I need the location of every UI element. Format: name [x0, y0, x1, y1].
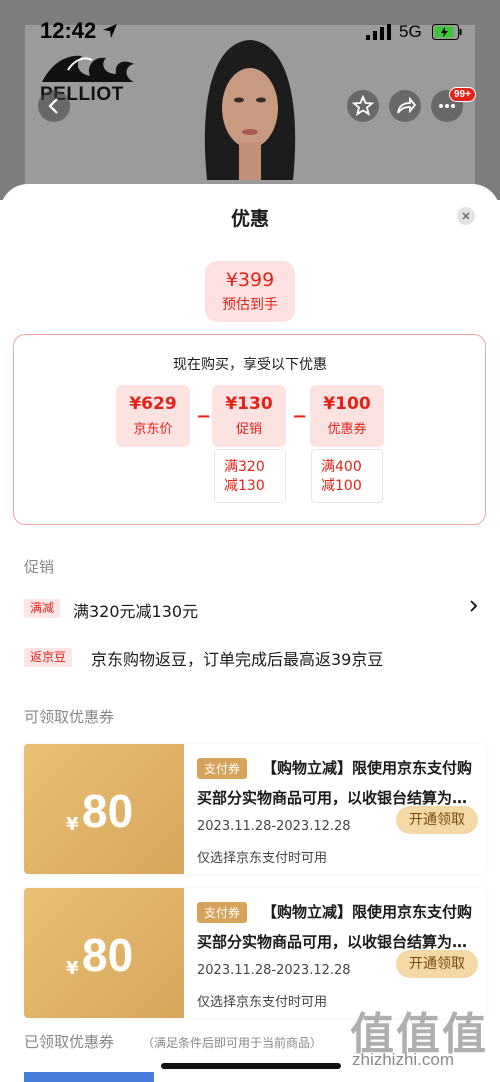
coupon-threshold: 满400: [321, 459, 362, 475]
promotion-tag: 满减: [24, 599, 61, 618]
battery-icon: [432, 24, 462, 40]
network-type: 5G: [399, 22, 422, 41]
promo-reduction: 减130: [224, 478, 265, 494]
close-button[interactable]: [457, 207, 475, 225]
claimed-coupons-note: （满足条件后即可用于当前商品）: [142, 1036, 323, 1050]
minus-sign: −: [292, 406, 308, 427]
promo-detail: 满320 减130: [214, 449, 286, 503]
currency-symbol: ¥: [66, 958, 79, 979]
minus-sign: −: [196, 406, 212, 427]
coupon-note: 仅选择京东支付时可用: [197, 851, 328, 866]
notification-badge: 99+: [449, 87, 476, 102]
share-button[interactable]: [389, 90, 421, 122]
claimed-coupons-heading: 已领取优惠券: [24, 1033, 115, 1051]
coupon-card: ¥ 80 支付券 【购物立减】限使用京东支付购 买部分实物商品可用，以收银台结算…: [24, 744, 486, 874]
promo-label: 促销: [235, 422, 262, 437]
chevron-left-icon: [48, 98, 58, 114]
claim-coupon-button[interactable]: 开通领取: [396, 950, 478, 978]
close-icon: [462, 212, 470, 220]
coupon-validity: 2023.11.28-2023.12.28: [197, 819, 351, 834]
jd-price-label: 京东价: [133, 422, 173, 437]
currency-symbol: ¥: [66, 814, 79, 835]
coupons-heading: 可领取优惠券: [24, 708, 115, 726]
sheet-title: 优惠: [230, 208, 269, 230]
coupon-detail: 满400 减100: [311, 449, 383, 503]
price-box-jd: ¥629 京东价: [116, 385, 190, 447]
coupon-label: 优惠券: [327, 422, 367, 437]
coupon-title-line2: 买部分实物商品可用，以收银台结算为…: [197, 789, 468, 807]
coupon-title-line2: 买部分实物商品可用，以收银台结算为…: [197, 933, 468, 951]
promo-amount: ¥130: [225, 394, 273, 414]
watermark-site: zhizhizhi.com: [352, 1050, 455, 1069]
promotion-tag: 返京豆: [24, 648, 73, 667]
coupon-amount: ¥100: [323, 394, 371, 414]
coupon-value: ¥ 80: [24, 888, 184, 1018]
promotions-heading: 促销: [24, 558, 55, 576]
star-icon: [351, 94, 375, 116]
coupon-note: 仅选择京东支付时可用: [197, 995, 328, 1010]
breakdown-title: 现在购买，享受以下优惠: [173, 357, 327, 373]
promotion-text: 京东购物返豆，订单完成后最高返39京豆: [91, 650, 384, 669]
model-photo: [204, 40, 296, 180]
coupon-value: ¥ 80: [24, 744, 184, 874]
coupon-title: 【购物立减】限使用京东支付购: [262, 759, 473, 777]
estimated-price-label: 预估到手: [222, 297, 278, 313]
coupon-amount: 80: [82, 785, 134, 837]
jd-price: ¥629: [129, 394, 177, 414]
location-arrow-icon: [103, 24, 117, 38]
claimed-coupon-preview: [24, 1072, 154, 1082]
coupon-title: 【购物立减】限使用京东支付购: [262, 903, 473, 921]
favorite-button[interactable]: [347, 90, 379, 122]
claim-coupon-button[interactable]: 开通领取: [396, 806, 478, 834]
coupon-amount: 80: [82, 929, 134, 981]
price-box-promo: ¥130 促销: [212, 385, 286, 447]
coupon-type-tag: 支付券: [197, 758, 248, 779]
estimated-price-card: ¥399 预估到手: [205, 261, 295, 322]
coupon-validity: 2023.11.28-2023.12.28: [197, 963, 351, 978]
back-button[interactable]: [38, 90, 70, 122]
share-icon: [397, 96, 417, 114]
promotion-text: 满320元减130元: [73, 602, 199, 621]
coupon-type-tag: 支付券: [197, 902, 248, 923]
estimated-price: ¥399: [225, 269, 275, 291]
price-box-coupon: ¥100 优惠券: [310, 385, 384, 447]
coupon-reduction: 减100: [321, 478, 362, 494]
promo-threshold: 满320: [224, 459, 265, 475]
signal-icon: [366, 24, 391, 40]
chevron-right-icon: [470, 600, 478, 612]
home-indicator: [161, 1063, 341, 1069]
